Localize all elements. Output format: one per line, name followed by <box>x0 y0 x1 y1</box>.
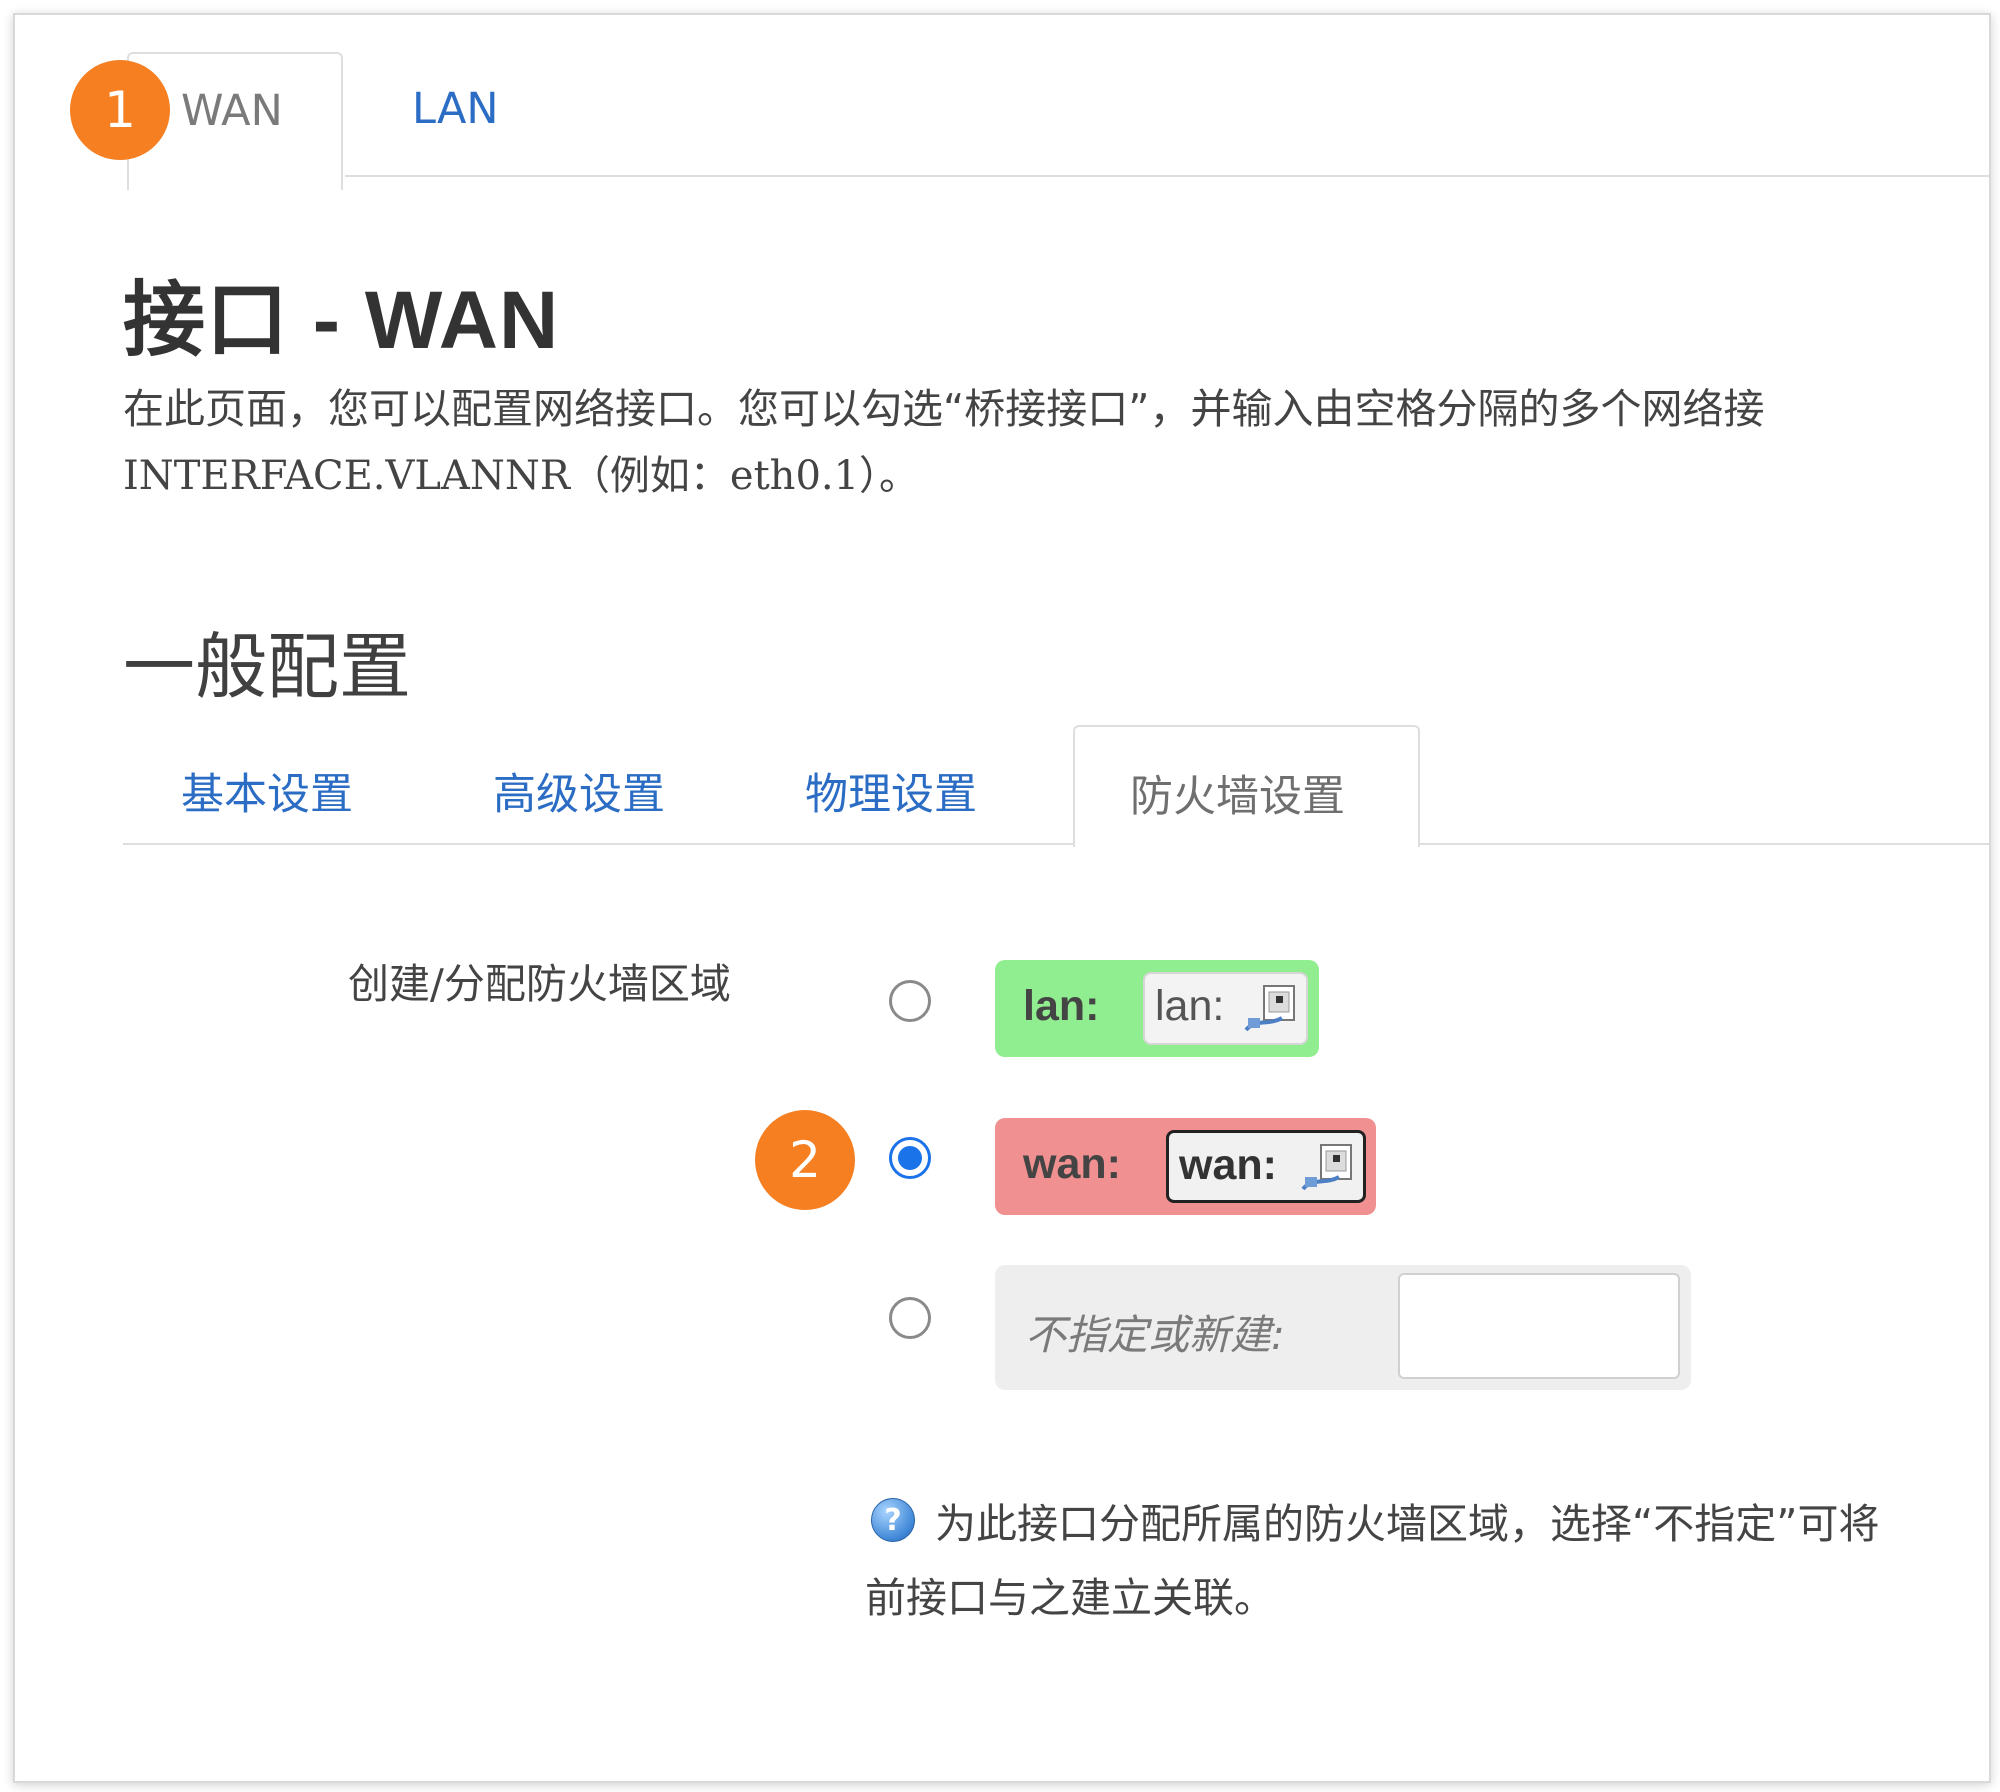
firewall-zone-label: 创建/分配防火墙区域 <box>348 960 731 1008</box>
zone-wan-chip-label: wan: <box>1179 1141 1277 1189</box>
radio-zone-wan[interactable] <box>889 1137 931 1179</box>
zone-new-label: 不指定或新建: <box>1025 1311 1285 1359</box>
subtab-baseline-right <box>1418 843 1989 845</box>
tab-firewall-settings[interactable]: 防火墙设置 <box>1073 725 1420 847</box>
zone-lan-name: lan: <box>1023 982 1100 1030</box>
radio-zone-new[interactable] <box>889 1297 931 1339</box>
step-badge-2: 2 <box>755 1110 855 1210</box>
subtab-baseline <box>123 843 1073 845</box>
screenshot-frame: WAN LAN 1 接口 - WAN 在此页面，您可以配置网络接口。您可以勾选“… <box>13 13 1991 1783</box>
section-title: 一般配置 <box>123 625 412 709</box>
zone-lan-chip-label: lan: <box>1155 982 1225 1030</box>
zone-wan-option[interactable]: wan: wan: <box>995 1118 1376 1215</box>
zone-wan-network-chip: wan: <box>1166 1130 1366 1203</box>
help-text-line1: 为此接口分配所属的防火墙区域，选择“不指定”可将 <box>935 1500 1880 1548</box>
page-description: 在此页面，您可以配置网络接口。您可以勾选“桥接接口”，并输入由空格分隔的多个网络… <box>123 385 1765 433</box>
network-interface-icon <box>1244 985 1295 1032</box>
tab-firewall-settings-label: 防火墙设置 <box>1130 772 1345 822</box>
page-description-example: INTERFACE.VLANNR（例如：eth0.1）。 <box>123 453 920 499</box>
new-zone-input[interactable] <box>1398 1273 1680 1379</box>
zone-lan-option[interactable]: lan: lan: <box>995 960 1319 1057</box>
zone-lan-network-chip: lan: <box>1143 972 1308 1045</box>
zone-wan-name: wan: <box>1023 1140 1121 1188</box>
step-badge-1: 1 <box>70 60 170 160</box>
zone-new-option: 不指定或新建: <box>995 1265 1691 1390</box>
tab-basic-settings[interactable]: 基本设置 <box>181 760 353 822</box>
tab-baseline <box>345 175 1989 177</box>
tab-physical-settings[interactable]: 物理设置 <box>805 760 977 822</box>
radio-zone-lan[interactable] <box>889 980 931 1022</box>
tab-wan-label: WAN <box>181 86 283 136</box>
interface-tabs: WAN LAN <box>15 15 1989 190</box>
page-title: 接口 - WAN <box>123 275 560 366</box>
tab-lan[interactable]: LAN <box>412 84 499 134</box>
help-icon: ? <box>871 1498 915 1542</box>
tab-advanced-settings[interactable]: 高级设置 <box>493 760 665 822</box>
network-interface-icon <box>1301 1144 1352 1191</box>
help-text-line2: 前接口与之建立关联。 <box>865 1574 1275 1622</box>
